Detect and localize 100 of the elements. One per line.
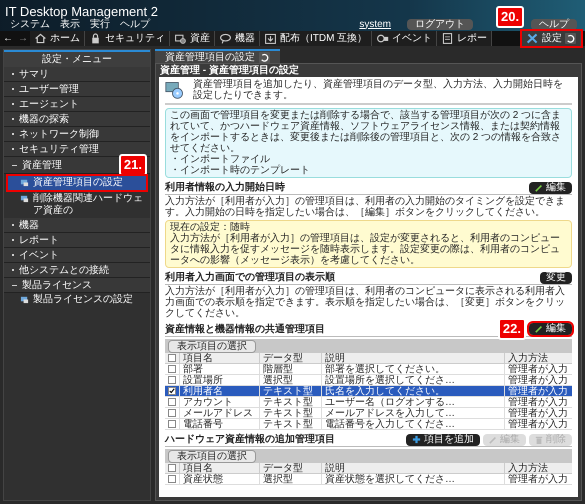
breadcrumb: 資産管理 - 資産管理項目の設定 [159, 64, 300, 77]
table-cell: 電話番号を入力してくださ… [321, 419, 504, 430]
nav-tab[interactable]: 設定 [522, 31, 581, 46]
notice-text: この画面で管理項目を変更または削除する場合で、該当する管理項目が次の 2 つに含まれていて、かつハードウェア資産情報、ソフトウェアライセンス情報、または契約情報をインポートするときは、変更後または削除後の管理項目と、次の 2 つの情報を合致させてください。 [170, 110, 562, 154]
check-icon [169, 388, 175, 394]
column-header[interactable]: 項目名 [179, 353, 259, 364]
computer-icon [20, 295, 29, 304]
table-cell: アカウント [179, 397, 259, 408]
nav-tab[interactable]: セキュリティ [85, 31, 170, 46]
table-cell: 部署を選択してください。 [321, 364, 504, 375]
column-header[interactable]: 項目名 [179, 463, 259, 474]
checkbox[interactable] [168, 464, 176, 472]
table-cell: 管理者が入力 [504, 397, 572, 408]
table-cell: 電話番号 [179, 419, 259, 430]
section-title: 利用者情報の入力開始日時 [165, 181, 285, 194]
menu-item[interactable]: システム [10, 20, 50, 30]
table-cell: 選択型 [259, 474, 321, 485]
checkbox[interactable] [168, 387, 176, 395]
table-cell: 設置場所 [179, 375, 259, 386]
add-item-button[interactable]: 項目を追加 [406, 434, 480, 446]
nav-tab[interactable]: ホーム [30, 31, 85, 46]
checkbox[interactable] [168, 376, 176, 384]
table-cell: 管理者が入力 [504, 364, 572, 375]
help-button[interactable]: ヘルプ [531, 19, 577, 30]
nav-tab[interactable]: 配布（ITDM 互換） [260, 31, 372, 46]
notice-text: ・インポート時のテンプレート [170, 165, 311, 176]
checkbox[interactable] [168, 365, 176, 373]
section-text: 入力方法が［利用者が入力］の管理項目は、利用者のコンピュータに表示される利用者入力画面での表示順を指定できます。表示順を指定したい場合は、［変更］ボタンをクリックしてください。 [165, 286, 566, 319]
table-cell: テキスト型 [259, 408, 321, 419]
section-title: ハードウェア資産情報の追加管理項目 [165, 433, 335, 446]
section-title: 資産情報と機器情報の共通管理項目 [165, 322, 325, 336]
table-cell: テキスト型 [259, 397, 321, 408]
table-cell: 管理者が入力 [504, 408, 572, 419]
sidebar-item[interactable]: 資産管理 [4, 158, 66, 172]
column-header[interactable]: データ型 [259, 463, 321, 474]
table-cell: 階層型 [259, 364, 321, 375]
back-button[interactable]: ← [0, 31, 16, 46]
trash-icon [535, 436, 543, 444]
table-cell: 資産状態 [179, 474, 259, 485]
page-tab[interactable]: 資産管理項目の設定 [155, 49, 280, 63]
download-icon [264, 32, 277, 45]
table-cell: 管理者が入力 [504, 474, 572, 485]
table-cell: 部署 [179, 364, 259, 375]
nav-tab[interactable]: 機器 [215, 31, 260, 46]
table-cell: 資産状態を選択してくださ… [321, 474, 504, 485]
nav-tab[interactable]: レポー [437, 31, 492, 46]
edit-button[interactable]: 編集 [529, 182, 572, 194]
monitor-disc-icon [174, 32, 187, 45]
refresh-icon [565, 33, 576, 44]
sidebar-subitem[interactable]: 製品ライセンスの設定 [4, 293, 150, 307]
user-link[interactable]: system [359, 20, 391, 30]
table-cell: テキスト型 [259, 419, 321, 430]
menu-item[interactable]: 実行 [90, 20, 110, 30]
table-cell: 管理者が入力 [504, 386, 572, 397]
sidebar-subitem[interactable]: 資産管理項目の設定 [8, 176, 146, 190]
column-header[interactable]: 説明 [321, 463, 504, 474]
table-cell: 選択型 [259, 375, 321, 386]
intro-text: 資産管理項目を追加したり、資産管理項目のデータ型、入力方法、入力開始日時を設定したりできます。 [193, 79, 564, 101]
checkbox[interactable] [168, 354, 176, 362]
column-header[interactable]: データ型 [259, 353, 321, 364]
app-title: IT Desktop Management 2 [5, 5, 158, 18]
current-setting-text: 入力方法が［利用者が入力］の管理項目は、設定が変更されると、利用者のコンピュータに情報入力を促すメッセージを随時表示します。設定変更の際は、利用者のコンピュータへの影響（メッセージ表示）を考慮してください。 [170, 233, 561, 266]
current-setting-title: 現在の設定：随時 [170, 222, 250, 233]
checkbox[interactable] [168, 420, 176, 428]
table-cell: ユーザー名（ログオンする… [321, 397, 504, 408]
nav-tab[interactable]: イベント [372, 31, 438, 46]
notice-text: ・インポートファイル [170, 154, 270, 165]
section-text: 入力方法が［利用者が入力］の管理項目は、利用者の入力開始のタイミングを設定できます。入力開始の日時を指定したい場合は、［編集］ボタンをクリックしてください。 [165, 196, 566, 218]
table-cell: 利用者名 [179, 386, 259, 397]
checkbox[interactable] [168, 475, 176, 483]
house-icon [34, 32, 47, 45]
pencil-icon [489, 436, 497, 444]
section-title: 利用者入力画面での管理項目の表示順 [165, 271, 335, 284]
table-cell: メールアドレスを入力して… [321, 408, 504, 419]
column-select-button[interactable]: 表示項目の選択 [168, 340, 256, 352]
column-header[interactable]: 説明 [321, 353, 504, 364]
table-cell: 管理者が入力 [504, 419, 572, 430]
table-cell: 管理者が入力 [504, 375, 572, 386]
table-cell: テキスト型 [259, 386, 321, 397]
pencil-icon [535, 325, 543, 333]
speech-bubble-icon [219, 32, 232, 45]
logout-button[interactable]: ログアウト [407, 19, 473, 30]
column-header[interactable]: 入力方法 [504, 463, 572, 474]
menu-item[interactable]: 表示 [60, 20, 80, 30]
menu-item[interactable]: ヘルプ [120, 20, 150, 30]
sidebar-subitem[interactable]: 削除機器関連ハードウェア資産の [4, 192, 150, 218]
checkbox[interactable] [168, 398, 176, 406]
pencil-icon [535, 184, 543, 192]
monitor-disc-icon [165, 80, 185, 100]
forward-button[interactable]: → [16, 31, 30, 46]
step-tooltip: 22. [498, 318, 526, 340]
column-header[interactable]: 入力方法 [504, 353, 572, 364]
table-cell: 設置場所を選択してくださ… [321, 375, 504, 386]
edit-button[interactable]: 編集 [529, 323, 572, 335]
edit-button[interactable]: 変更 [540, 272, 572, 284]
nav-tab[interactable]: 資産 [170, 31, 215, 46]
plus-icon [412, 435, 421, 444]
column-select-button[interactable]: 表示項目の選択 [168, 450, 256, 462]
checkbox[interactable] [168, 409, 176, 417]
table-cell: 氏名を入力してください。 [321, 386, 504, 397]
